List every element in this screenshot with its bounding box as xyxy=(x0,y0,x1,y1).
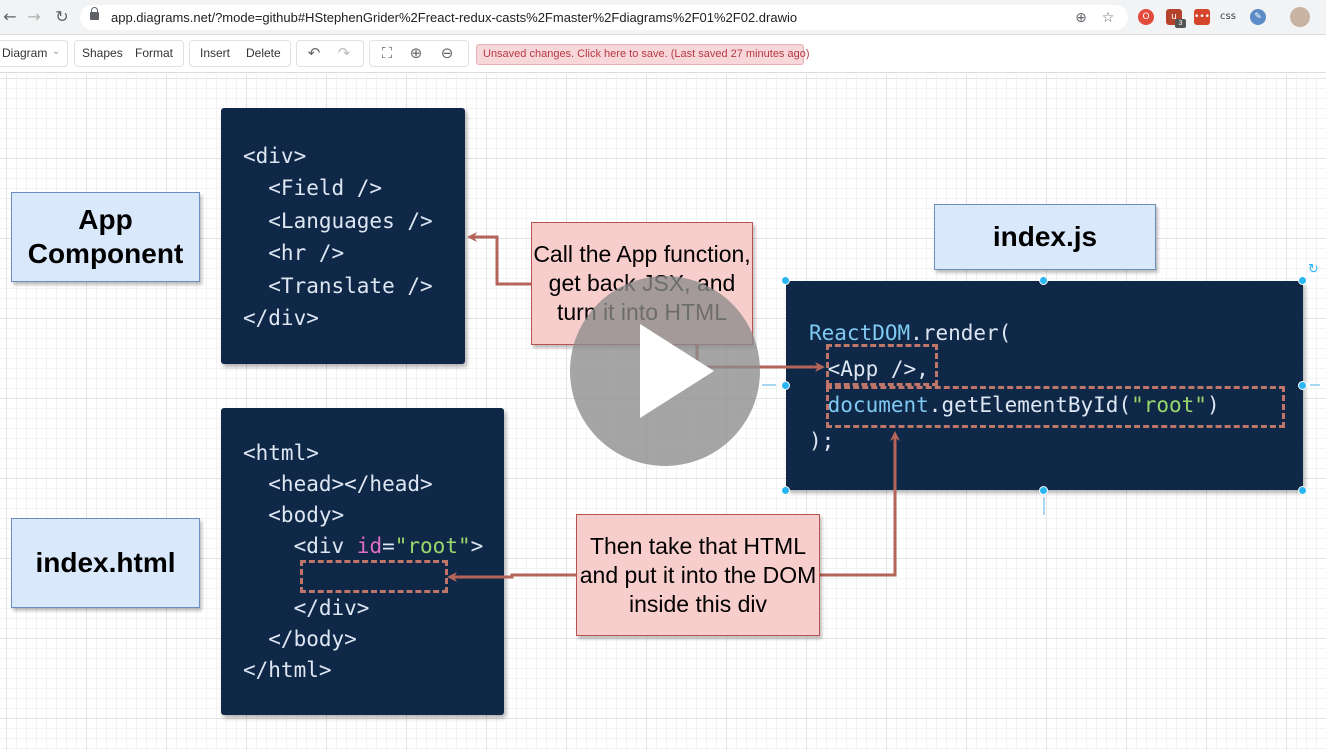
root-element-highlight[interactable] xyxy=(826,386,1285,428)
app-element-highlight[interactable] xyxy=(826,344,938,386)
code-line: </html> xyxy=(243,658,332,682)
undo-icon[interactable]: ↶ xyxy=(304,43,324,63)
forward-arrow-icon[interactable]: → xyxy=(24,7,44,27)
browser-toolbar: ← → ↻ app.diagrams.net/?mode=github#HSte… xyxy=(0,0,1326,35)
jsx-code-box[interactable]: <div> <Field /> <Languages /> <hr /> <Tr… xyxy=(221,108,465,364)
opera-extension-icon[interactable]: O xyxy=(1138,9,1154,25)
code-token: <div xyxy=(243,534,357,558)
star-icon[interactable]: ☆ xyxy=(1100,10,1116,26)
resize-handle[interactable] xyxy=(1298,381,1307,390)
root-div-placeholder[interactable] xyxy=(300,560,448,593)
url-text: app.diagrams.net/?mode=github#HStephenGr… xyxy=(111,10,798,25)
code-line: <div> xyxy=(243,144,307,168)
code-token: > xyxy=(470,534,484,558)
extension-icon[interactable]: ✎ xyxy=(1250,9,1266,25)
code-attribute: id xyxy=(356,534,383,558)
code-line: </body> xyxy=(243,627,357,651)
address-bar[interactable]: app.diagrams.net/?mode=github#HStephenGr… xyxy=(80,5,1128,30)
app-component-label[interactable]: App Component xyxy=(11,192,200,282)
zoom-out-icon[interactable]: ⊖ xyxy=(437,43,457,63)
shapes-button[interactable]: Shapes xyxy=(82,46,123,60)
extension-badge: 3 xyxy=(1175,19,1186,28)
delete-button[interactable]: Delete xyxy=(246,46,281,60)
redo-icon[interactable]: ↷ xyxy=(334,43,354,63)
reload-icon[interactable]: ↻ xyxy=(52,7,72,27)
code-line: <Translate /> xyxy=(243,274,433,298)
resize-handle[interactable] xyxy=(781,381,790,390)
resize-handle[interactable] xyxy=(781,276,790,285)
code-line: <head></head> xyxy=(243,472,433,496)
resize-handle[interactable] xyxy=(1039,276,1048,285)
fullscreen-icon[interactable]: ⛶ xyxy=(377,43,397,63)
zoom-in-icon[interactable]: ⊕ xyxy=(406,43,426,63)
format-button[interactable]: Format xyxy=(135,46,173,60)
code-line: <html> xyxy=(243,441,319,465)
code-line: <Field /> xyxy=(243,176,383,200)
code-line: </div> xyxy=(243,306,319,330)
back-arrow-icon[interactable]: ← xyxy=(0,7,20,27)
code-string: "root" xyxy=(394,534,471,558)
play-icon[interactable] xyxy=(570,276,760,466)
resize-handle[interactable] xyxy=(1298,486,1307,495)
lock-icon xyxy=(90,7,99,20)
insert-button[interactable]: Insert xyxy=(200,46,230,60)
code-line-render: ReactDOM.render( xyxy=(809,321,1011,345)
profile-avatar[interactable] xyxy=(1290,7,1310,27)
index-html-label[interactable]: index.html xyxy=(11,518,200,608)
code-line-div-root: <div id="root"> xyxy=(243,534,484,558)
code-line: <body> xyxy=(243,503,345,527)
code-line: ); xyxy=(809,429,835,453)
resize-handle[interactable] xyxy=(1039,486,1048,495)
code-token: .render( xyxy=(910,321,1012,345)
resize-handle[interactable] xyxy=(781,486,790,495)
code-object: ReactDOM xyxy=(809,321,911,345)
diagram-menu[interactable]: Diagram xyxy=(2,46,47,60)
code-line: <Languages /> xyxy=(243,209,433,233)
code-line: </div> xyxy=(243,596,370,620)
note-take-html[interactable]: Then take that HTML and put it into the … xyxy=(576,514,820,636)
resize-handle[interactable] xyxy=(1298,276,1307,285)
chevron-down-icon: ⌄ xyxy=(52,46,61,57)
lastpass-extension-icon[interactable]: ••• xyxy=(1194,9,1210,25)
code-line: <hr /> xyxy=(243,241,345,265)
unsaved-changes-notice[interactable]: Unsaved changes. Click here to save. (La… xyxy=(476,44,810,65)
css-extension-icon[interactable]: css xyxy=(1220,9,1236,25)
add-icon[interactable]: ⊕ xyxy=(1073,10,1089,26)
rotate-handle-icon[interactable]: ↻ xyxy=(1308,262,1319,277)
code-token: = xyxy=(382,534,395,558)
index-js-label[interactable]: index.js xyxy=(934,204,1156,270)
